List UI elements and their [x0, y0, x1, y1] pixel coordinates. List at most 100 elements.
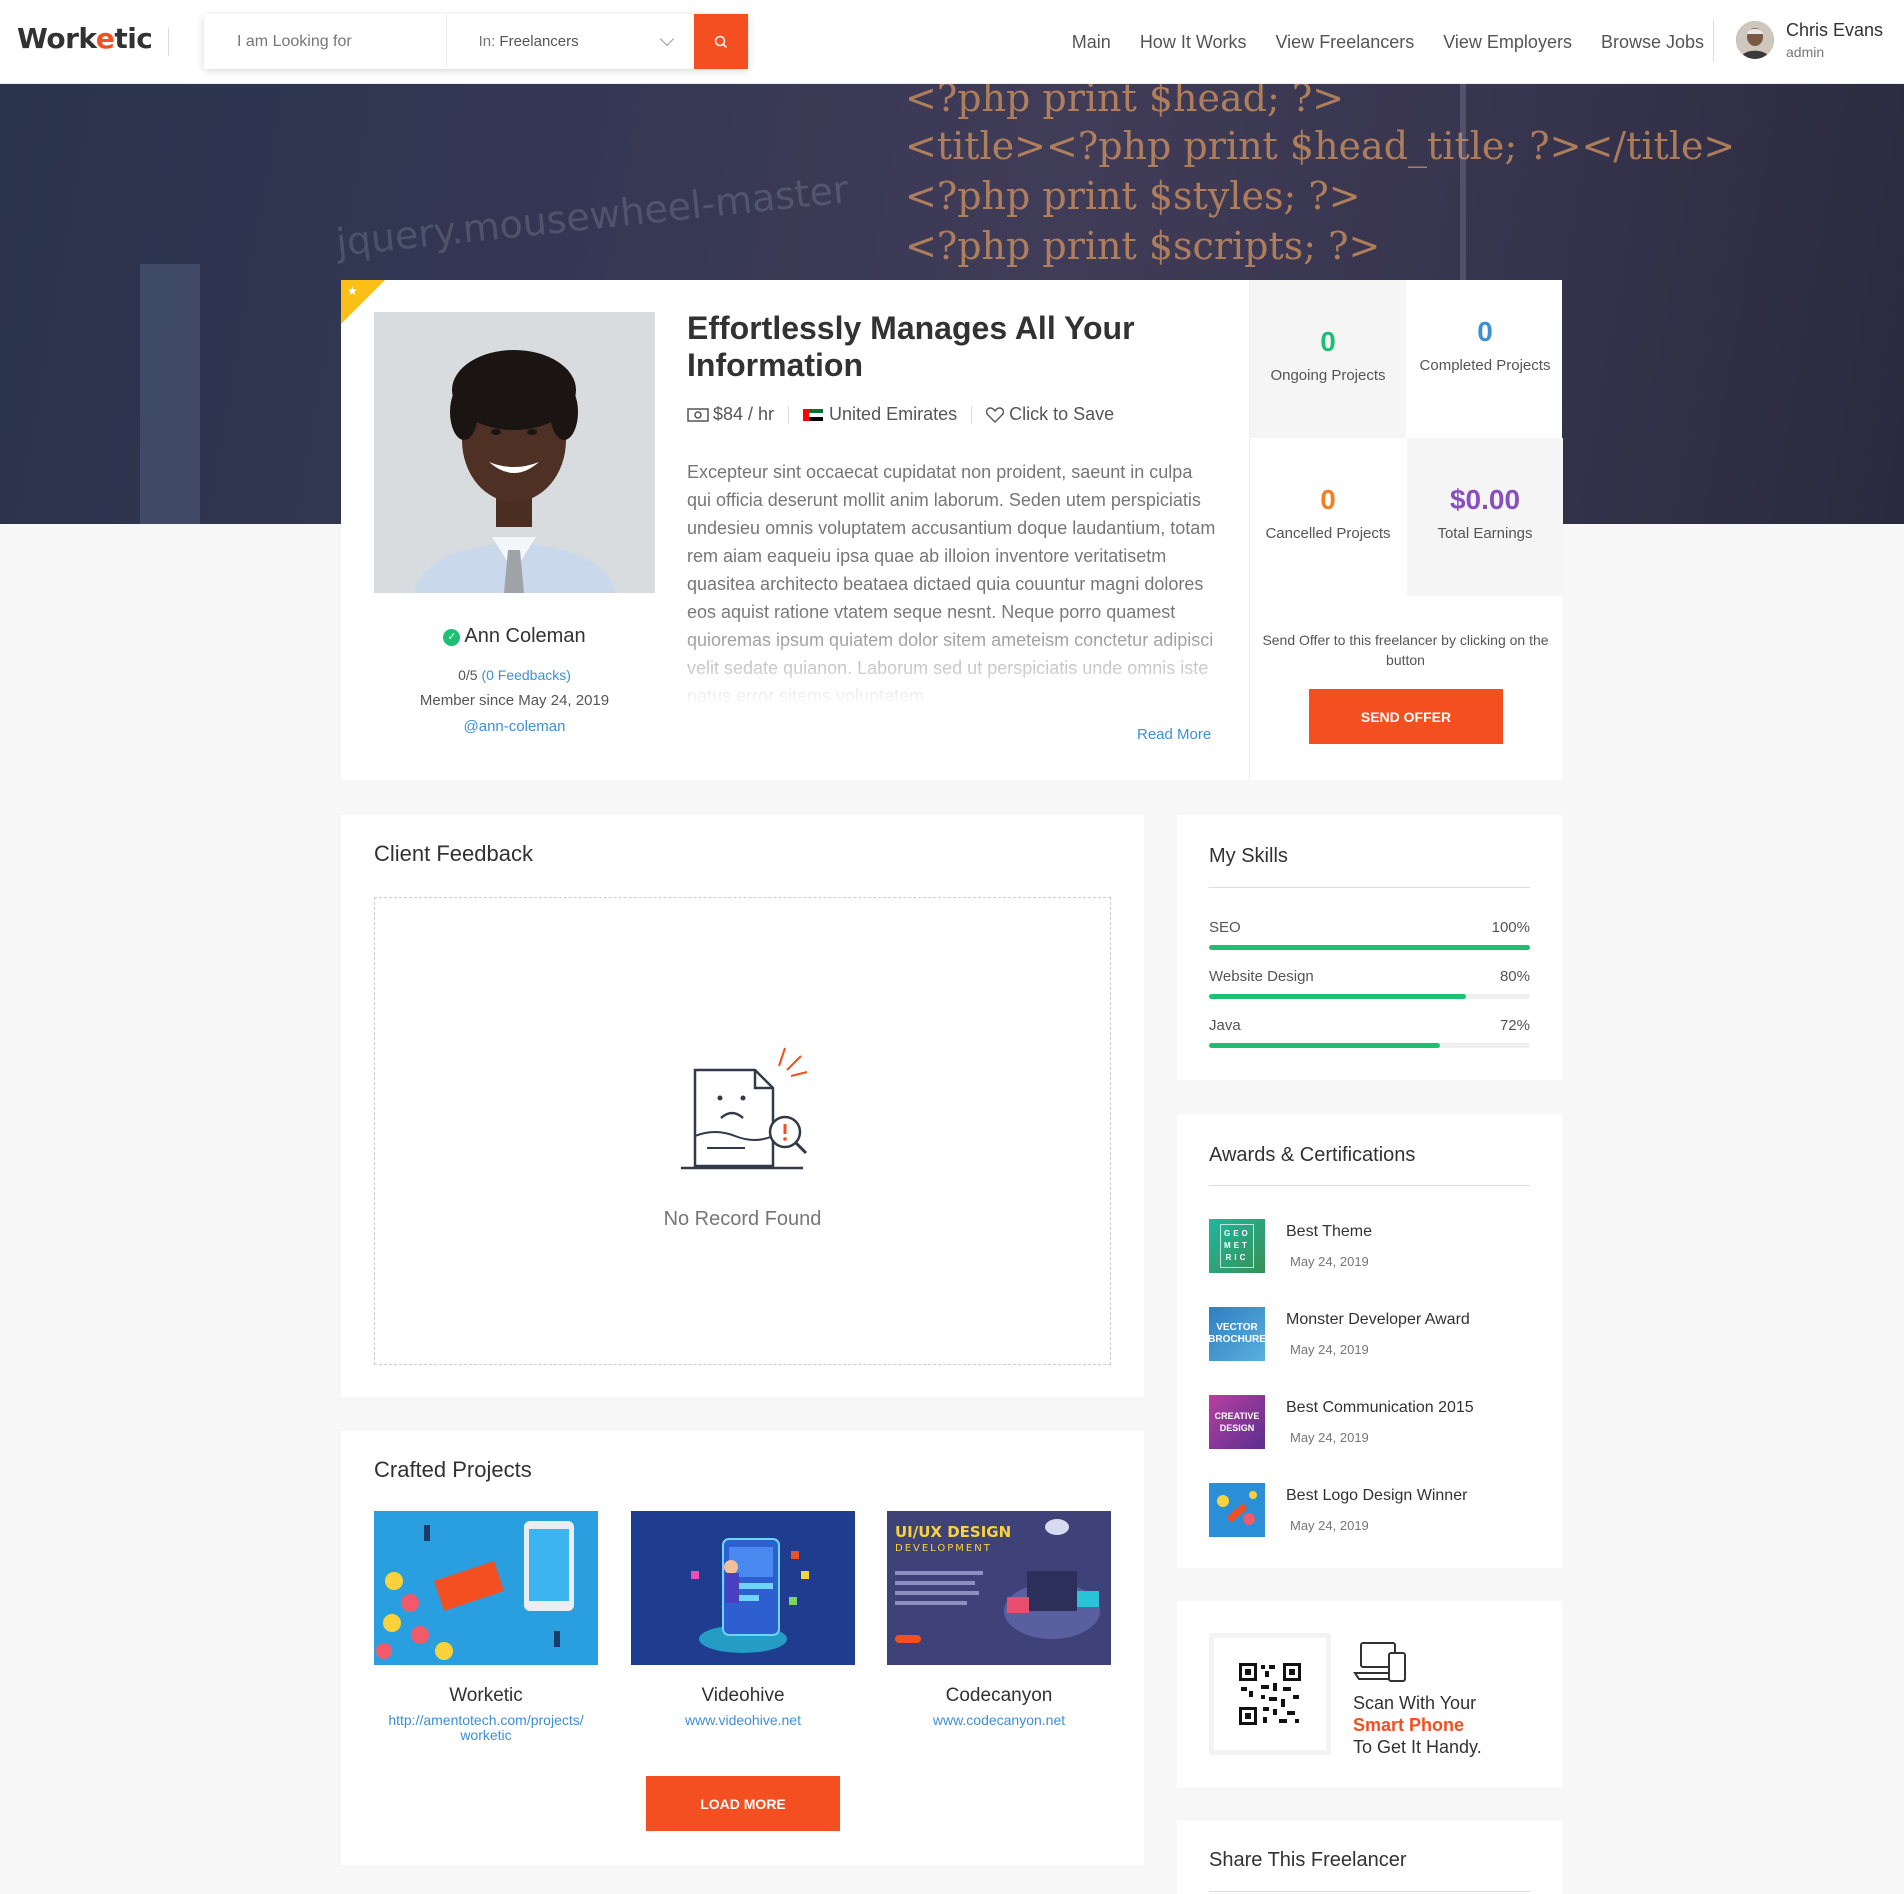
nav-main[interactable]: Main: [1072, 32, 1111, 53]
client-feedback-section: Client Feedback No Record Found: [341, 815, 1144, 1397]
my-skills-section: My Skills SEO 100% Website Design 80% Java…: [1177, 815, 1562, 1080]
section-title: My Skills: [1209, 845, 1288, 867]
stat-earnings: $0.00 Total Earnings: [1407, 438, 1563, 596]
award-thumbnail: VECTOR BROCHURE: [1208, 1307, 1266, 1361]
project-item[interactable]: Videohive www.videohive.net: [631, 1511, 855, 1728]
stat-label: Ongoing Projects: [1270, 367, 1386, 384]
main-nav: Main How It Works View Freelancers View …: [1043, 0, 1704, 84]
award-date: May 24, 2019: [1290, 1254, 1369, 1269]
section-divider: [1209, 1185, 1530, 1186]
logo-divider: [168, 28, 169, 56]
search-category-select[interactable]: In: Freelancers: [447, 14, 695, 69]
award-item: CREATIVE DESIGN Best Communication 2015 …: [1209, 1395, 1530, 1455]
skill-name: Java: [1209, 1017, 1241, 1034]
skill-name: Website Design: [1209, 968, 1314, 985]
search-bar: In: Freelancers: [204, 14, 748, 69]
nav-view-employers[interactable]: View Employers: [1443, 32, 1572, 53]
project-url[interactable]: www.videohive.net: [631, 1713, 855, 1728]
award-thumbnail: CREATIVE DESIGN: [1209, 1395, 1265, 1449]
project-item[interactable]: Worketic http://amentotech.com/projects/…: [374, 1511, 598, 1743]
project-thumbnail[interactable]: UI/UX DESIGN DEVELOPMENT: [887, 1511, 1111, 1665]
project-name: Codecanyon: [945, 1685, 1053, 1706]
award-date: May 24, 2019: [1290, 1518, 1369, 1533]
freelancer-handle[interactable]: @ann-coleman: [374, 718, 655, 735]
skill-bar-fill: [1209, 1043, 1441, 1048]
project-name: Videohive: [701, 1685, 785, 1706]
scan-text-line3: To Get It Handy.: [1353, 1737, 1482, 1757]
search-filter-prefix: In:: [478, 33, 496, 50]
stat-completed: 0 Completed Projects: [1407, 280, 1563, 438]
award-name: Best Communication 2015: [1286, 1399, 1474, 1416]
user-avatar[interactable]: [1736, 21, 1774, 59]
uae-flag-icon: [803, 408, 824, 421]
member-since: Member since May 24, 2019: [419, 692, 610, 709]
project-thumbnail[interactable]: [374, 1511, 598, 1665]
stat-label: Total Earnings: [1437, 525, 1533, 542]
scan-text-line1: Scan With Your: [1353, 1693, 1477, 1713]
verified-icon: ✓: [443, 629, 461, 646]
award-thumbnail: [1209, 1483, 1265, 1537]
skill-percent: 72%: [1499, 1017, 1530, 1034]
search-filter-value: Freelancers: [499, 33, 579, 50]
qr-code[interactable]: [1209, 1633, 1331, 1755]
feedbacks-link[interactable]: (0 Feedbacks): [481, 667, 570, 683]
section-title: Share This Freelancer: [1209, 1849, 1407, 1871]
section-title: Crafted Projects: [374, 1457, 532, 1482]
nav-how-it-works[interactable]: How It Works: [1140, 32, 1247, 53]
section-title: Awards & Certifications: [1209, 1144, 1416, 1166]
project-url[interactable]: http://amentotech.com/projects/worketic: [374, 1713, 598, 1743]
award-item: GEO MET RIC Best Theme May 24, 2019: [1209, 1219, 1530, 1279]
award-name: Monster Developer Award: [1286, 1311, 1470, 1328]
section-divider: [1209, 887, 1530, 888]
skill-bar-fill: [1209, 945, 1530, 950]
nav-browse-jobs[interactable]: Browse Jobs: [1601, 32, 1704, 53]
meta-divider: [788, 405, 790, 424]
load-more-button[interactable]: LOAD MORE: [646, 1776, 840, 1831]
award-thumbnail: GEO MET RIC: [1209, 1219, 1265, 1273]
logo[interactable]: Worketic: [17, 22, 153, 55]
stat-label: Completed Projects: [1419, 357, 1551, 374]
send-offer-button[interactable]: SEND OFFER: [1309, 689, 1503, 744]
top-header: Worketic In: Freelancers Main How It Wor…: [0, 0, 1904, 84]
stat-label: Cancelled Projects: [1265, 525, 1391, 542]
skill-percent: 100%: [1491, 919, 1530, 936]
country: United Emirates: [829, 404, 958, 424]
award-item: Best Logo Design Winner May 24, 2019: [1209, 1483, 1530, 1543]
project-url[interactable]: www.codecanyon.net: [887, 1713, 1111, 1728]
freelancer-rating: 0/5 (0 Feedbacks): [458, 667, 571, 683]
freelancer-photo: [374, 312, 655, 593]
chevron-down-icon: [660, 31, 675, 47]
awards-section: Awards & Certifications GEO MET RIC Best…: [1177, 1114, 1562, 1568]
save-link[interactable]: Click to Save: [986, 404, 1114, 425]
share-section: Share This Freelancer: [1177, 1821, 1562, 1894]
award-icon: ★: [347, 284, 358, 298]
skill-name: SEO: [1209, 919, 1241, 936]
scan-qr-section: Scan With Your Smart Phone To Get It Han…: [1177, 1601, 1562, 1787]
nav-view-freelancers[interactable]: View Freelancers: [1276, 32, 1415, 53]
project-thumbnail[interactable]: [631, 1511, 855, 1665]
project-item[interactable]: UI/UX DESIGN DEVELOPMENT Codecanyon www.…: [887, 1511, 1111, 1728]
crafted-projects-section: Crafted Projects Worketic http://amentot…: [341, 1431, 1144, 1865]
project-name: Worketic: [449, 1685, 523, 1706]
award-name: Best Theme: [1286, 1223, 1372, 1240]
search-icon: [714, 35, 728, 48]
meta-divider: [971, 405, 973, 424]
no-record-icon: [681, 1047, 808, 1170]
award-date: May 24, 2019: [1290, 1342, 1369, 1357]
user-divider: [1713, 20, 1714, 62]
search-input[interactable]: [204, 14, 447, 69]
read-more-link[interactable]: Read More: [1137, 726, 1211, 743]
skill-bar: [1209, 994, 1530, 999]
user-name[interactable]: Chris Evans: [1786, 20, 1883, 41]
search-button[interactable]: [694, 14, 748, 69]
award-item: VECTOR BROCHURE Monster Developer Award …: [1208, 1307, 1530, 1367]
money-icon: [687, 407, 709, 422]
skill-bar: [1209, 1043, 1530, 1048]
heart-icon: [986, 406, 1005, 423]
stat-ongoing: 0 Ongoing Projects: [1250, 280, 1406, 438]
stat-value: 0: [1477, 316, 1493, 347]
skill-item: SEO 100%: [1209, 919, 1530, 950]
skill-percent: 80%: [1499, 968, 1530, 985]
award-date: May 24, 2019: [1290, 1430, 1369, 1445]
stat-cancelled: 0 Cancelled Projects: [1250, 438, 1406, 596]
